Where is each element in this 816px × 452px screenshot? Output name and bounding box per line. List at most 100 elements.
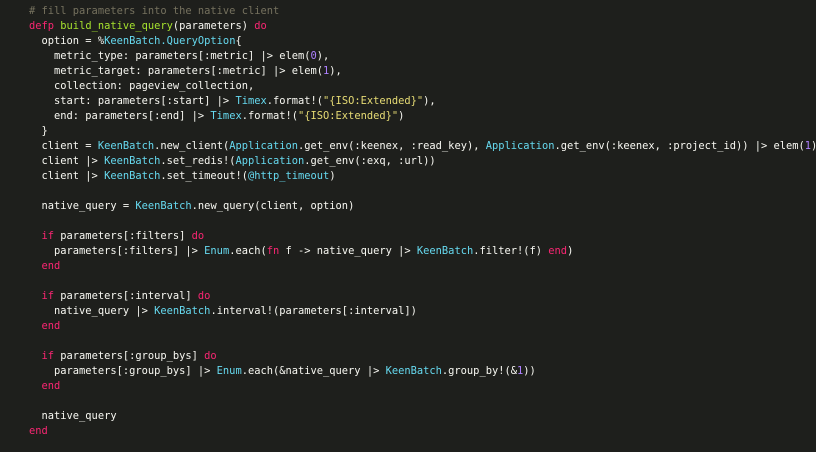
code-token-default: )) [523, 365, 536, 377]
code-line: # fill parameters into the native client [29, 4, 816, 19]
code-token-keyword: if [41, 230, 55, 242]
code-token-default: parameters[:group_bys] [54, 350, 205, 362]
code-line: client |> KeenBatch.set_redis!(Applicati… [29, 154, 816, 169]
code-line: client = KeenBatch.new_client(Applicatio… [29, 139, 816, 154]
code-token-default: .get_env(:keenex, :read_key), [298, 140, 486, 152]
code-token-module: Application [485, 140, 555, 152]
code-line: native_query |> KeenBatch.interval!(para… [29, 304, 816, 319]
code-line: metric_type: parameters[:metric] |> elem… [29, 49, 816, 64]
code-token-default: .get_env(:keenex, :project_id)) |> elem( [554, 140, 805, 152]
code-token-keyword: end [41, 380, 61, 392]
code-token-default: client = [29, 140, 98, 152]
code-token-keyword: if [41, 350, 55, 362]
code-token-module: Timex [235, 95, 267, 107]
code-token-default: native_query = [29, 200, 136, 212]
code-token-module: KeenBatch [97, 140, 155, 152]
code-token-default: start: parameters[:start] |> [29, 95, 236, 107]
code-token-module: Enum [216, 365, 242, 377]
code-token-default: metric_target: parameters[:metric] |> el… [29, 65, 324, 77]
code-line: defp build_native_query(parameters) do [29, 19, 816, 34]
code-token-default [29, 350, 42, 362]
code-token-default: client |> [29, 155, 105, 167]
code-line: if parameters[:filters] do [29, 229, 816, 244]
code-token-default: ), [316, 50, 330, 62]
code-token-function: build_native_query [60, 20, 173, 32]
code-editor[interactable]: # fill parameters into the native client… [0, 0, 816, 452]
code-token-default: option = % [29, 35, 105, 47]
code-token-keyword: defp [29, 20, 55, 32]
code-token-module: KeenBatch.QueryOption [104, 35, 236, 47]
code-token-module: KeenBatch [154, 305, 211, 317]
code-token-default: .each( [229, 245, 267, 257]
code-token-default: .format!( [266, 95, 324, 107]
code-token-default: collection: pageview_collection, [29, 80, 255, 92]
code-token-default: native_query [29, 410, 117, 422]
code-token-default [29, 260, 42, 272]
code-line: parameters[:filters] |> Enum.each(fn f -… [29, 244, 816, 259]
code-line: end: parameters[:end] |> Timex.format!("… [29, 109, 816, 124]
code-token-default: metric_type: parameters[:metric] |> elem… [29, 50, 311, 62]
code-token-module: Timex [210, 110, 242, 122]
code-token-module: Enum [204, 245, 230, 257]
code-line: parameters[:group_bys] |> Enum.each(&nat… [29, 364, 816, 379]
code-token-default: { [235, 35, 242, 47]
code-token-default: .set_redis!( [160, 155, 236, 167]
code-token-keyword: end [41, 260, 61, 272]
code-token-string: "{ISO:Extended}" [298, 110, 399, 122]
code-token-default: parameters[:filters] |> [29, 245, 205, 257]
code-line: native_query [29, 409, 816, 424]
code-line: metric_target: parameters[:metric] |> el… [29, 64, 816, 79]
code-token-default: f -> native_query |> [279, 245, 417, 257]
code-line: end [29, 379, 816, 394]
code-line: end [29, 259, 816, 274]
code-line: } [29, 124, 816, 139]
code-token-default: .each(&native_query |> [241, 365, 386, 377]
code-token-module: KeenBatch [104, 155, 161, 167]
code-line: if parameters[:group_bys] do [29, 349, 816, 364]
code-token-keyword: fn [266, 245, 280, 257]
code-token-default: parameters[:group_bys] |> [29, 365, 217, 377]
code-token-default: .set_timeout!( [160, 170, 248, 182]
code-token-default: native_query |> [29, 305, 155, 317]
code-token-module: Application [235, 155, 305, 167]
code-token-module: Application [229, 140, 299, 152]
code-token-string: "{ISO:Extended}" [323, 95, 424, 107]
code-token-default: } [29, 125, 48, 137]
code-token-module: KeenBatch [385, 365, 442, 377]
code-token-default: ) [811, 140, 816, 152]
code-token-default: parameters[:filters] [54, 230, 192, 242]
code-line: option = %KeenBatch.QueryOption{ [29, 34, 816, 49]
code-token-module: @http_timeout [247, 170, 330, 182]
code-token-module: KeenBatch [104, 170, 161, 182]
code-token-default: .format!( [241, 110, 299, 122]
code-token-keyword: do [191, 230, 205, 242]
code-token-default: client |> [29, 170, 105, 182]
code-token-default [29, 320, 42, 332]
code-token-default [29, 290, 42, 302]
code-line: collection: pageview_collection, [29, 79, 816, 94]
code-token-keyword: do [254, 20, 267, 32]
code-token-default: .interval!(parameters[:interval]) [210, 305, 417, 317]
code-line: end [29, 424, 816, 439]
code-token-module: KeenBatch [135, 200, 192, 212]
code-line: if parameters[:interval] do [29, 289, 816, 304]
code-line: client |> KeenBatch.set_timeout!(@http_t… [29, 169, 816, 184]
code-token-default: ) [398, 110, 405, 122]
code-token-keyword: end [29, 425, 48, 437]
code-token-keyword: do [197, 290, 211, 302]
code-token-keyword: end [41, 320, 61, 332]
code-token-default [29, 380, 42, 392]
code-line: start: parameters[:start] |> Timex.forma… [29, 94, 816, 109]
code-token-default: parameters[:interval] [54, 290, 198, 302]
code-token-default: ) [329, 170, 336, 182]
code-token-default: .new_client( [154, 140, 230, 152]
code-token-module: KeenBatch [416, 245, 474, 257]
code-line: end [29, 319, 816, 334]
code-token-default: ) [567, 245, 574, 257]
code-token-keyword: end [548, 245, 568, 257]
code-token-default: .get_env(:exq, :url)) [304, 155, 436, 167]
